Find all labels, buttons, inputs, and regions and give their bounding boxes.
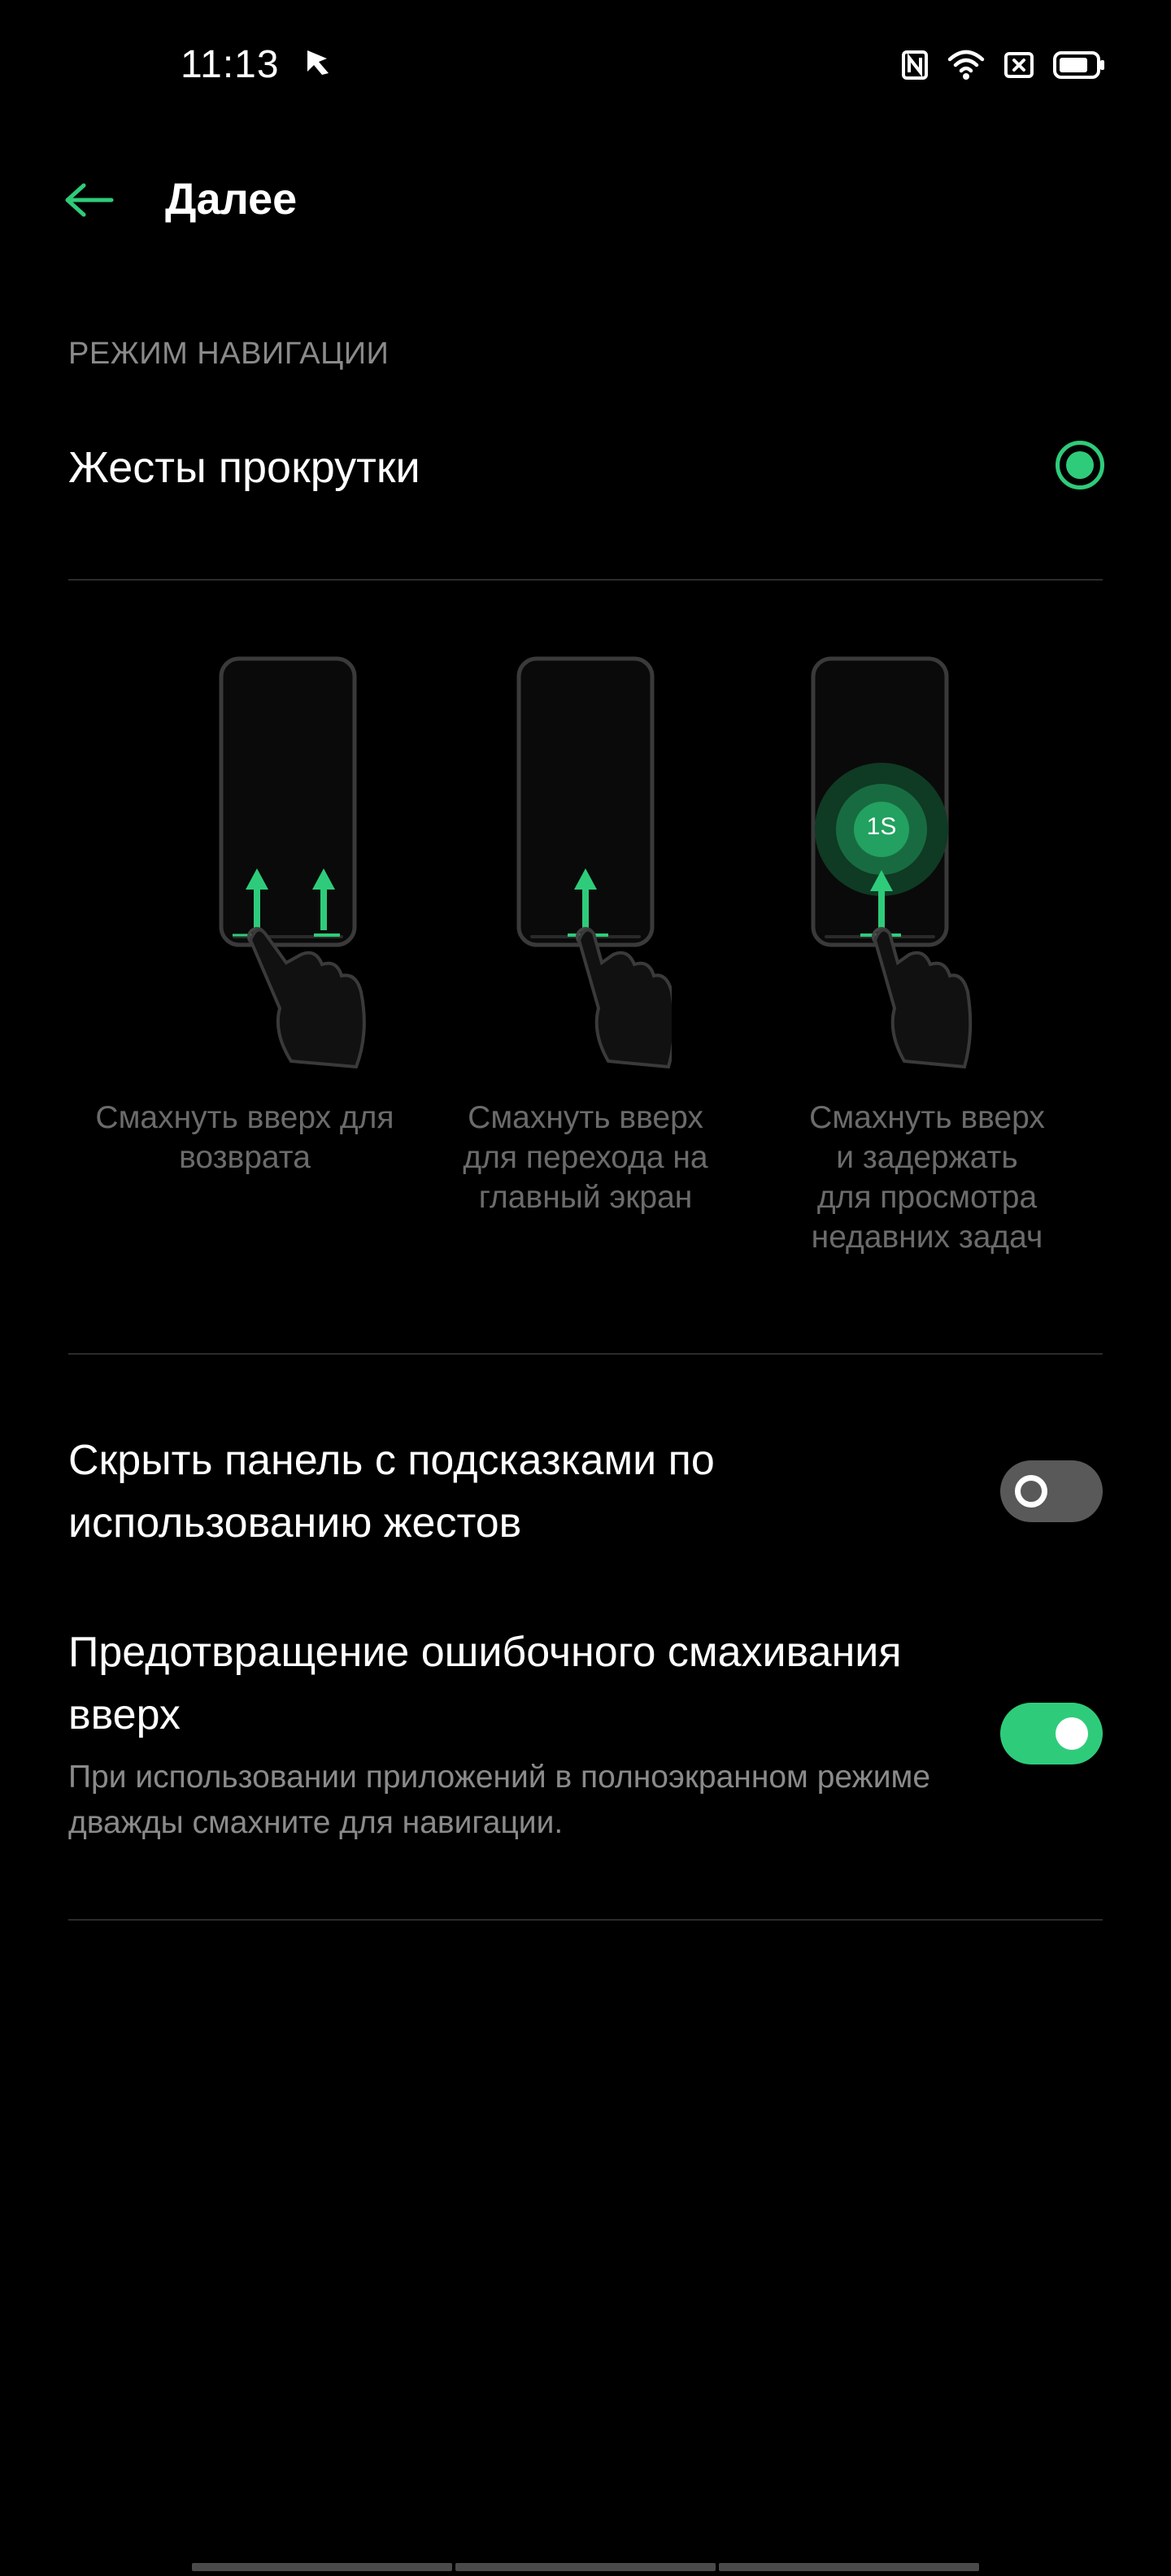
toggle-row-hide-hints[interactable]: Скрыть панель с подсказками по использов… (0, 1415, 1171, 1561)
gesture-caption-back: Смахнуть вверх для возврата (95, 1100, 394, 1175)
divider (68, 1919, 1103, 1921)
nfc-icon (901, 50, 929, 80)
gesture-caption-home: Смахнуть вверх для перехода на главный э… (463, 1100, 708, 1215)
section-header: РЕЖИМ НАВИГАЦИИ (68, 337, 390, 371)
status-time: 11:13 (181, 43, 280, 86)
back-arrow-icon (64, 182, 115, 222)
status-icons (901, 46, 1106, 85)
battery-icon (1052, 50, 1106, 80)
divider (68, 1353, 1103, 1355)
option-gestures[interactable]: Жесты прокрутки (0, 407, 1171, 529)
back-button[interactable] (60, 172, 119, 231)
toggle-switch-prevent-swipe[interactable] (1000, 1703, 1103, 1764)
nav-bar-segment (719, 2563, 979, 2571)
radio-dot (1066, 451, 1094, 479)
swipe-up-back-illustration (211, 651, 374, 1081)
radio-button[interactable] (1056, 441, 1104, 490)
nav-bar-segment (192, 2563, 452, 2571)
swipe-up-home-illustration (509, 651, 672, 1081)
swipe-up-hold-recents-illustration: 1S (803, 651, 992, 1081)
toggle-knob (1015, 1475, 1047, 1508)
option-label: Жесты прокрутки (68, 443, 420, 492)
nav-bar-segment (455, 2563, 716, 2571)
wifi-icon (947, 50, 986, 80)
navigation-gesture-bar[interactable] (192, 2563, 979, 2571)
toggle-subtitle-prevent-swipe: При использовании приложений в полноэкра… (68, 1760, 931, 1840)
gesture-caption-recents: Смахнуть вверх и задержать для просмотра… (809, 1100, 1045, 1255)
toggle-title-prevent-swipe: Предотвращение ошибочного смахивания вве… (68, 1629, 902, 1738)
divider (68, 579, 1103, 581)
toggle-row-prevent-swipe[interactable]: Предотвращение ошибочного смахивания вве… (0, 1618, 1171, 1862)
toggle-knob (1056, 1717, 1088, 1750)
hold-badge: 1S (866, 813, 897, 840)
page-title: Далее (165, 175, 298, 224)
toggle-switch-hide-hints[interactable] (1000, 1460, 1103, 1522)
toggle-title-hide-hints: Скрыть панель с подсказками по использов… (68, 1437, 715, 1547)
close-box-icon (1003, 51, 1034, 79)
status-bar: 11:13 (0, 0, 1171, 130)
app-notification-icon (303, 47, 335, 80)
